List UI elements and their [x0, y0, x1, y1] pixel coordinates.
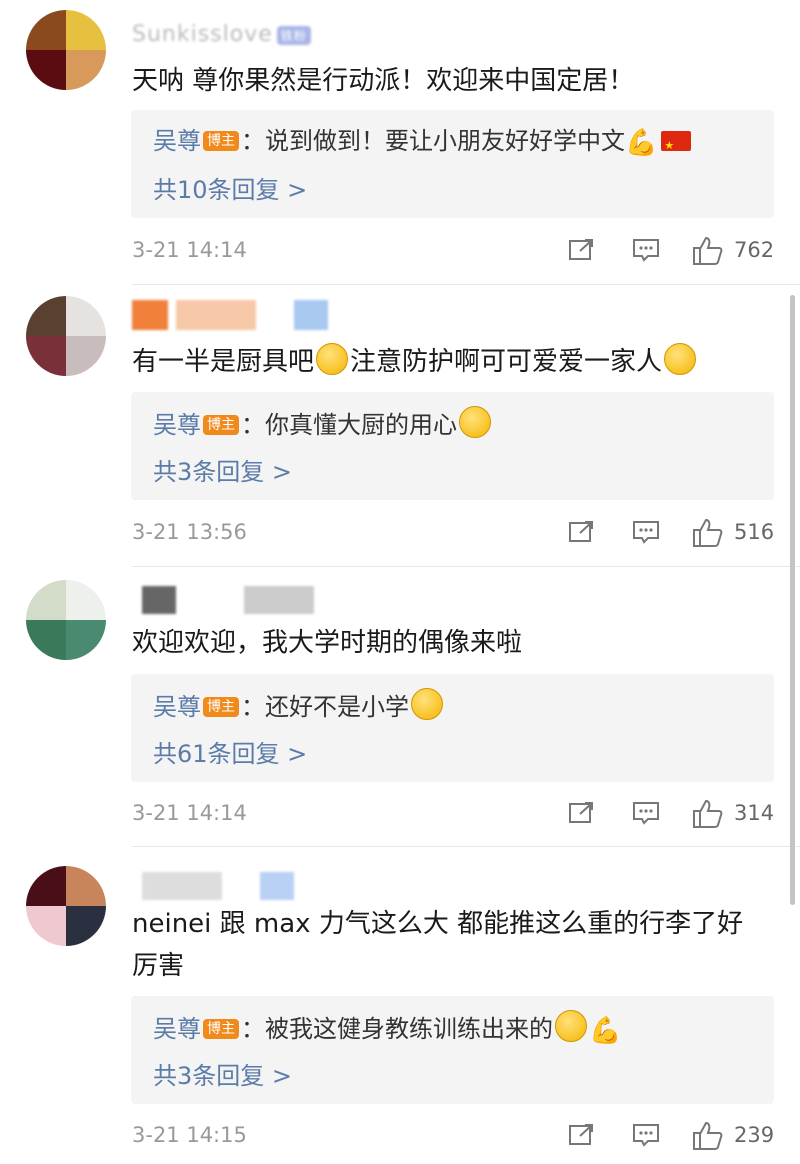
comment-icon[interactable] — [632, 1123, 660, 1147]
host-badge: 博主 — [203, 697, 239, 717]
reply-author[interactable]: 吴尊 — [153, 127, 201, 155]
like-button[interactable]: 239 — [692, 1121, 792, 1153]
reply-line: 吴尊 博主 ：你真懂大厨的用心 — [153, 406, 493, 442]
fan-badge: 铁粉 — [276, 25, 311, 45]
comment-icon[interactable] — [632, 520, 660, 544]
scrollbar[interactable] — [790, 295, 795, 905]
reply-box[interactable]: 吴尊博主：说到做到！要让小朋友好好学中文💪 共10条回复 > — [131, 110, 774, 218]
reply-author[interactable]: 吴尊 — [153, 411, 201, 439]
like-count: 516 — [734, 520, 775, 544]
reply-author[interactable]: 吴尊 — [153, 693, 201, 721]
avatar[interactable] — [26, 296, 106, 376]
reply-count-link[interactable]: 共10条回复 > — [153, 170, 307, 205]
like-count: 314 — [734, 801, 775, 825]
reply-count-link[interactable]: 共3条回复 > — [153, 1056, 292, 1091]
timestamp: 3-21 14:14 — [132, 238, 247, 262]
laughing-crying-emoji-icon — [411, 688, 443, 720]
reply-line: 吴尊 博主 ：还好不是小学 — [153, 688, 445, 724]
username[interactable] — [132, 586, 314, 614]
username[interactable]: Sunkisslove 铁粉 — [132, 22, 311, 47]
comment-text-part: 有一半是厨具吧 — [132, 347, 315, 377]
like-count: 762 — [734, 238, 775, 262]
timestamp: 3-21 13:56 — [132, 520, 247, 544]
reply-box[interactable]: 吴尊 博主 ：被我这健身教练训练出来的 💪 共3条回复 > — [131, 996, 774, 1104]
forward-icon[interactable] — [568, 520, 596, 544]
reply-count-link[interactable]: 共61条回复 > — [153, 734, 307, 769]
username[interactable] — [132, 300, 328, 330]
comment-text: 有一半是厨具吧 注意防护啊可可爱爱一家人 — [132, 341, 772, 383]
like-button[interactable]: 762 — [692, 236, 792, 268]
reply-box[interactable]: 吴尊 博主 ：还好不是小学 共61条回复 > — [131, 674, 774, 782]
host-badge: 博主 — [203, 1019, 239, 1039]
forward-icon[interactable] — [568, 801, 596, 825]
comment-text: 天呐 尊你果然是行动派！欢迎来中国定居！ — [132, 60, 772, 102]
like-button[interactable]: 314 — [692, 799, 792, 831]
china-flag-icon — [661, 129, 692, 163]
avatar[interactable] — [26, 10, 106, 90]
comment-text-content: 欢迎欢迎，我大学时期的偶像来啦 — [132, 628, 523, 658]
grinning-emoji-icon — [316, 343, 349, 375]
avatar[interactable] — [26, 580, 106, 660]
timestamp: 3-21 14:14 — [132, 801, 247, 825]
comment-text-content: neinei 跟 max 力气这么大 都能推这么重的行李了好厉害 — [132, 909, 744, 981]
thumbs-up-icon — [693, 1121, 723, 1150]
divider — [132, 846, 800, 847]
zany-face-emoji-icon — [459, 406, 491, 438]
thumbs-up-icon — [693, 799, 723, 828]
reply-line: 吴尊 博主 ：被我这健身教练训练出来的 💪 — [153, 1010, 621, 1048]
screaming-emoji-icon — [664, 343, 697, 375]
reply-box[interactable]: 吴尊 博主 ：你真懂大厨的用心 共3条回复 > — [131, 392, 774, 500]
comment-meta: 3-21 14:14 314 — [132, 795, 774, 835]
forward-icon[interactable] — [568, 238, 596, 262]
host-badge: 博主 — [203, 131, 239, 151]
host-badge: 博主 — [203, 415, 239, 435]
reply-author[interactable]: 吴尊 — [153, 1015, 201, 1043]
comment-meta: 3-21 14:15 239 — [132, 1117, 774, 1157]
comment-icon[interactable] — [632, 238, 660, 262]
comment-text: neinei 跟 max 力气这么大 都能推这么重的行李了好厉害 — [132, 903, 752, 987]
avatar[interactable] — [26, 866, 106, 946]
comment-meta: 3-21 13:56 516 — [132, 514, 774, 554]
reply-count-link[interactable]: 共3条回复 > — [153, 452, 292, 487]
reply-text: ：说到做到！要让小朋友好好学中文 — [241, 127, 625, 155]
reply-line: 吴尊 博主 ：说到做到！要让小朋友好好学中文💪 — [153, 124, 692, 163]
forward-icon[interactable] — [568, 1123, 596, 1147]
like-count: 239 — [734, 1123, 775, 1147]
flexed-biceps-icon: 💪 — [625, 128, 658, 158]
flexed-biceps-icon: 💪 — [589, 1016, 622, 1046]
comment-text: 欢迎欢迎，我大学时期的偶像来啦 — [132, 622, 772, 664]
like-button[interactable]: 516 — [692, 518, 792, 550]
divider — [132, 566, 800, 567]
winking-tongue-emoji-icon — [555, 1010, 587, 1042]
username-text[interactable]: Sunkisslove — [132, 22, 273, 47]
username[interactable] — [132, 872, 294, 900]
reply-text: ：被我这健身教练训练出来的 — [241, 1015, 553, 1043]
timestamp: 3-21 14:15 — [132, 1123, 247, 1147]
reply-text: ：还好不是小学 — [241, 693, 409, 721]
comment-meta: 3-21 14:14 762 — [132, 232, 774, 272]
comment-text-content: 天呐 尊你果然是行动派！欢迎来中国定居！ — [132, 66, 635, 96]
thumbs-up-icon — [693, 518, 723, 547]
reply-text: ：你真懂大厨的用心 — [241, 411, 457, 439]
comment-text-part: 注意防护啊可可爱爱一家人 — [350, 347, 663, 377]
comment-icon[interactable] — [632, 801, 660, 825]
thumbs-up-icon — [693, 236, 723, 265]
divider — [132, 284, 800, 285]
